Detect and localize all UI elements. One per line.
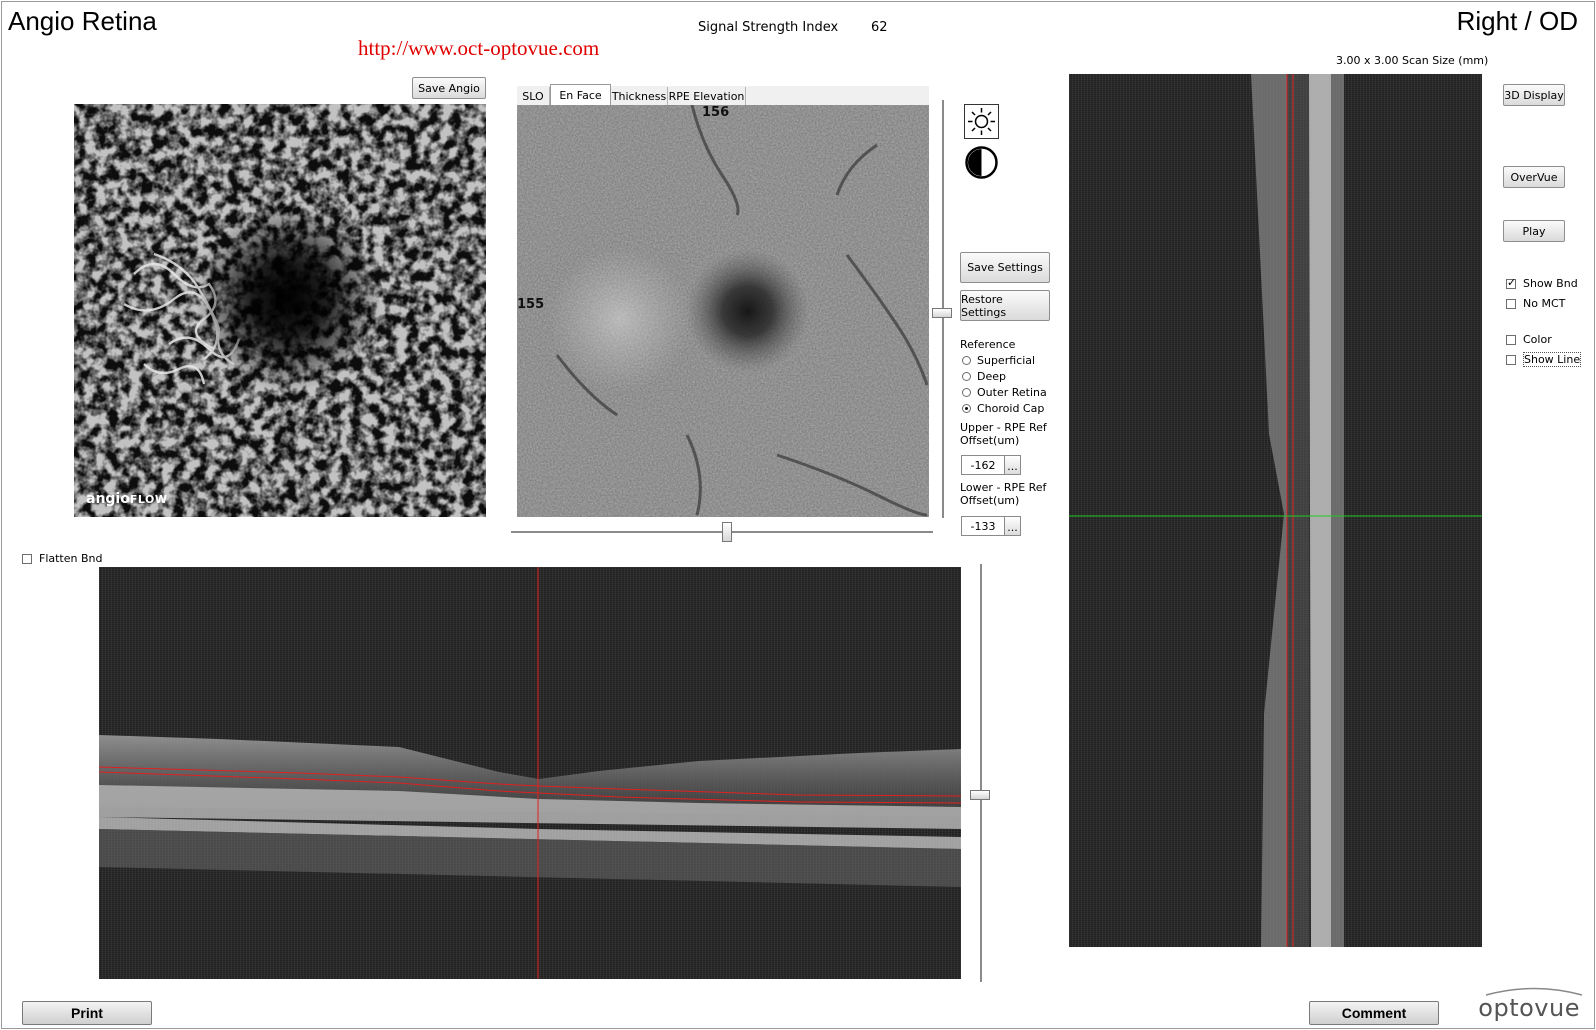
3d-display-button[interactable]: 3D Display — [1503, 84, 1565, 106]
enface-top-number: 156 — [702, 105, 730, 120]
enface-image[interactable]: 156 155 — [517, 105, 929, 517]
upper-offset-label: Upper - RPE Ref — [960, 421, 1047, 434]
logo-arc-icon — [1486, 987, 1583, 996]
bscan-vertical-slider-track[interactable] — [980, 564, 982, 982]
contrast-button[interactable] — [964, 145, 999, 180]
radio-circle[interactable] — [962, 356, 971, 365]
contrast-icon — [964, 146, 999, 183]
tab-rpe-elevation[interactable]: RPE Elevation — [668, 87, 746, 105]
view-tabs: SLO En Face Thickness RPE Elevation — [517, 84, 929, 106]
reference-label: Reference — [960, 338, 1016, 351]
save-settings-button[interactable]: Save Settings — [960, 252, 1050, 283]
save-angio-button[interactable]: Save Angio — [412, 77, 486, 99]
bscan-image[interactable] — [99, 567, 961, 979]
eye-label: Right / OD — [1456, 6, 1578, 36]
optovue-logo: optovue — [1478, 987, 1583, 1022]
overvue-button[interactable]: OverVue — [1503, 166, 1565, 188]
signal-strength-value: 62 — [871, 20, 888, 35]
checkbox-box-checked[interactable] — [1506, 276, 1516, 289]
checkbox-box[interactable] — [1506, 354, 1516, 365]
checkbox-box[interactable] — [1506, 298, 1516, 309]
lower-offset-label: Lower - RPE Ref — [960, 481, 1047, 494]
bscan-vertical-slider-thumb[interactable] — [970, 790, 990, 800]
show-line-checkbox[interactable]: Show Line — [1506, 352, 1582, 367]
lower-offset-field[interactable]: -133 ... — [961, 516, 1021, 536]
lower-offset-input[interactable]: -133 — [961, 516, 1005, 536]
sun-icon — [965, 108, 998, 141]
lower-offset-ellipsis-button[interactable]: ... — [1005, 516, 1021, 536]
angio-image[interactable]: angioFLOW — [74, 104, 486, 517]
checkbox-box[interactable] — [22, 553, 32, 564]
url-watermark: http://www.oct-optovue.com — [358, 36, 600, 60]
upper-offset-unit: Offset(um) — [960, 434, 1020, 447]
enface-horizontal-slider-thumb[interactable] — [722, 522, 732, 542]
flatten-bnd-checkbox[interactable]: Flatten Bnd — [22, 552, 103, 565]
radio-choroid-cap[interactable]: Choroid Cap — [962, 402, 1044, 415]
brightness-button[interactable] — [964, 104, 999, 139]
print-button[interactable]: Print — [22, 1001, 152, 1025]
radio-superficial[interactable]: Superficial — [962, 354, 1035, 367]
color-checkbox[interactable]: Color — [1506, 333, 1552, 346]
radio-deep[interactable]: Deep — [962, 370, 1006, 383]
comment-button[interactable]: Comment — [1309, 1001, 1439, 1025]
tab-en-face[interactable]: En Face — [550, 84, 611, 105]
tab-slo[interactable]: SLO — [517, 87, 550, 105]
enface-left-number: 155 — [517, 297, 545, 312]
angioflow-logo: angioFLOW — [86, 491, 168, 507]
upper-offset-ellipsis-button[interactable]: ... — [1005, 455, 1021, 475]
tab-thickness[interactable]: Thickness — [611, 87, 668, 105]
vertical-scan-image[interactable] — [1069, 74, 1482, 947]
no-mct-checkbox[interactable]: No MCT — [1506, 297, 1565, 310]
radio-circle-selected[interactable] — [962, 404, 971, 413]
enface-vertical-slider-thumb[interactable] — [932, 308, 952, 318]
upper-offset-field[interactable]: -162 ... — [961, 455, 1021, 475]
scan-size-label: 3.00 x 3.00 Scan Size (mm) — [1336, 54, 1489, 67]
radio-circle[interactable] — [962, 388, 971, 397]
show-bnd-checkbox[interactable]: Show Bnd — [1506, 276, 1578, 290]
checkbox-box[interactable] — [1506, 334, 1516, 345]
restore-settings-button[interactable]: Restore Settings — [960, 290, 1050, 321]
lower-offset-unit: Offset(um) — [960, 494, 1020, 507]
radio-outer-retina[interactable]: Outer Retina — [962, 386, 1047, 399]
radio-circle[interactable] — [962, 372, 971, 381]
upper-offset-input[interactable]: -162 — [961, 455, 1005, 475]
page-title: Angio Retina — [8, 6, 157, 36]
signal-strength-label: Signal Strength Index — [698, 20, 839, 35]
play-button[interactable]: Play — [1503, 220, 1565, 242]
